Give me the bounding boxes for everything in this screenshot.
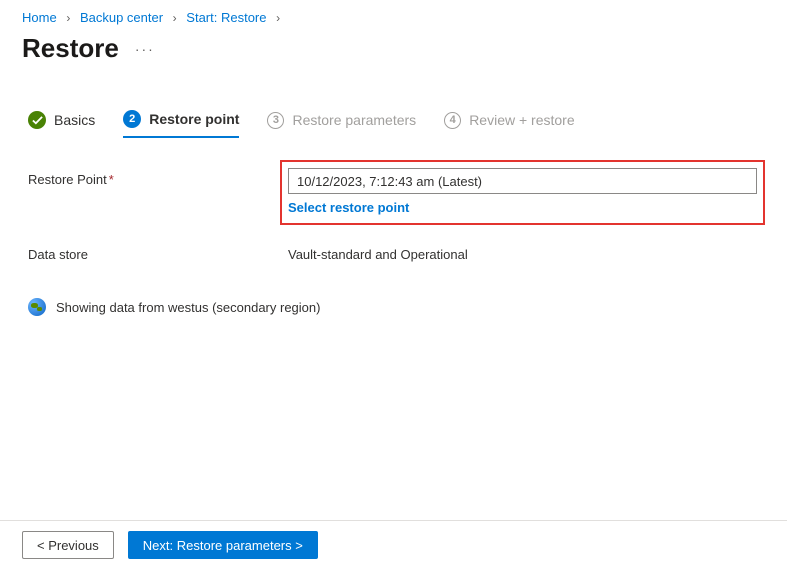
- breadcrumb-backup-center[interactable]: Backup center: [80, 10, 163, 25]
- more-actions-button[interactable]: ···: [135, 41, 155, 57]
- required-indicator: *: [109, 172, 114, 187]
- step-number-icon: 4: [444, 112, 461, 129]
- next-button[interactable]: Next: Restore parameters >: [128, 531, 318, 559]
- data-store-label: Data store: [28, 243, 288, 262]
- chevron-right-icon: ›: [173, 11, 177, 25]
- breadcrumb-home[interactable]: Home: [22, 10, 57, 25]
- tab-restore-parameters: 3 Restore parameters: [267, 112, 416, 137]
- select-restore-point-link[interactable]: Select restore point: [288, 200, 409, 215]
- step-number-icon: 2: [123, 110, 141, 128]
- step-number-icon: 3: [267, 112, 284, 129]
- tab-label: Restore point: [149, 111, 239, 127]
- restore-point-input[interactable]: [288, 168, 757, 194]
- previous-button[interactable]: < Previous: [22, 531, 114, 559]
- data-store-value: Vault-standard and Operational: [288, 243, 765, 262]
- tab-label: Review + restore: [469, 112, 574, 128]
- check-icon: [28, 111, 46, 129]
- breadcrumb: Home › Backup center › Start: Restore ›: [0, 0, 787, 25]
- tab-label: Restore parameters: [292, 112, 416, 128]
- chevron-right-icon: ›: [66, 11, 70, 25]
- chevron-right-icon: ›: [276, 11, 280, 25]
- step-tabs: Basics 2 Restore point 3 Restore paramet…: [0, 64, 787, 138]
- restore-point-label: Restore Point*: [28, 168, 288, 187]
- highlight-box: Select restore point: [280, 160, 765, 225]
- tab-basics[interactable]: Basics: [28, 111, 95, 137]
- tab-label: Basics: [54, 112, 95, 128]
- page-title: Restore: [22, 33, 119, 64]
- footer-actions: < Previous Next: Restore parameters >: [0, 520, 787, 569]
- region-note: Showing data from westus (secondary regi…: [56, 300, 320, 315]
- tab-restore-point[interactable]: 2 Restore point: [123, 110, 239, 138]
- breadcrumb-start-restore[interactable]: Start: Restore: [186, 10, 266, 25]
- globe-icon: [28, 298, 46, 316]
- tab-review-restore: 4 Review + restore: [444, 112, 574, 137]
